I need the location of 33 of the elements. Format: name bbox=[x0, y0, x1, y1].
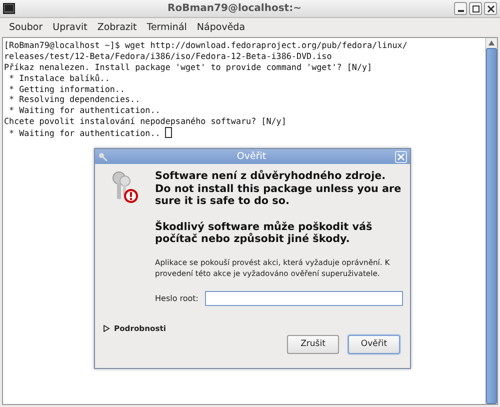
terminal-icon bbox=[3, 3, 15, 14]
terminal-line: * Resolving dependencies.. bbox=[8, 94, 142, 106]
cancel-button[interactable]: Zrušit bbox=[287, 334, 339, 354]
close-button[interactable] bbox=[484, 2, 497, 15]
scrollbar-thumb[interactable] bbox=[486, 48, 497, 404]
menu-item[interactable]: Terminál bbox=[142, 22, 192, 33]
menu-item[interactable]: Zobrazit bbox=[92, 22, 142, 33]
menu-item[interactable]: Nápověda bbox=[192, 22, 250, 33]
close-icon bbox=[397, 152, 405, 160]
terminal-line: * Waiting for authentication.. bbox=[8, 105, 162, 116]
maximize-icon bbox=[472, 4, 480, 12]
minimize-button[interactable] bbox=[454, 2, 467, 15]
terminal-line: * Waiting for authentication.. bbox=[4, 127, 484, 138]
minimize-icon bbox=[458, 10, 464, 12]
menu-item[interactable]: Upravit bbox=[48, 22, 92, 33]
menu-item[interactable]: Soubor bbox=[4, 22, 48, 33]
maximize-button[interactable] bbox=[469, 2, 482, 15]
terminal-line: [RoBman79@localhost ~]$ wget http://download.fedoraproject.org/pub/fedora/linux/ bbox=[4, 40, 408, 51]
confirm-button[interactable]: Ověřit bbox=[348, 334, 400, 354]
terminal-line: * Getting information.. bbox=[8, 84, 126, 94]
scroll-up-arrow-icon[interactable] bbox=[488, 40, 495, 46]
terminal-line: Příkaz nenalezen. Install package 'wget' to provide command 'wget'? [N/y] bbox=[4, 62, 374, 73]
terminal-line: releases/test/12-Beta/Fedora/i386/iso/Fedora-12-Beta-i386-DVD.iso bbox=[4, 50, 333, 62]
terminal-line: Chcete povolit instalování nepodepsaného softwaru? [N/y] bbox=[4, 116, 288, 128]
dialog-title: Ověřit bbox=[236, 151, 268, 162]
password-label: Heslo root: bbox=[155, 294, 198, 302]
warning-heading: Software není z důvěryhodného zdroje. Do not install this package unless you are sure it is safe to do so. bbox=[155, 170, 402, 208]
close-icon bbox=[486, 4, 494, 12]
key-icon bbox=[98, 152, 108, 162]
warning-heading: Škodlivý software může poškodit váš počítač nebo způsobit jiné škody. bbox=[155, 220, 374, 246]
terminal-line: * Instalace balíků.. bbox=[8, 72, 111, 84]
window-title: RoBman79@localhost:~ bbox=[166, 3, 302, 14]
password-field[interactable] bbox=[204, 290, 402, 306]
